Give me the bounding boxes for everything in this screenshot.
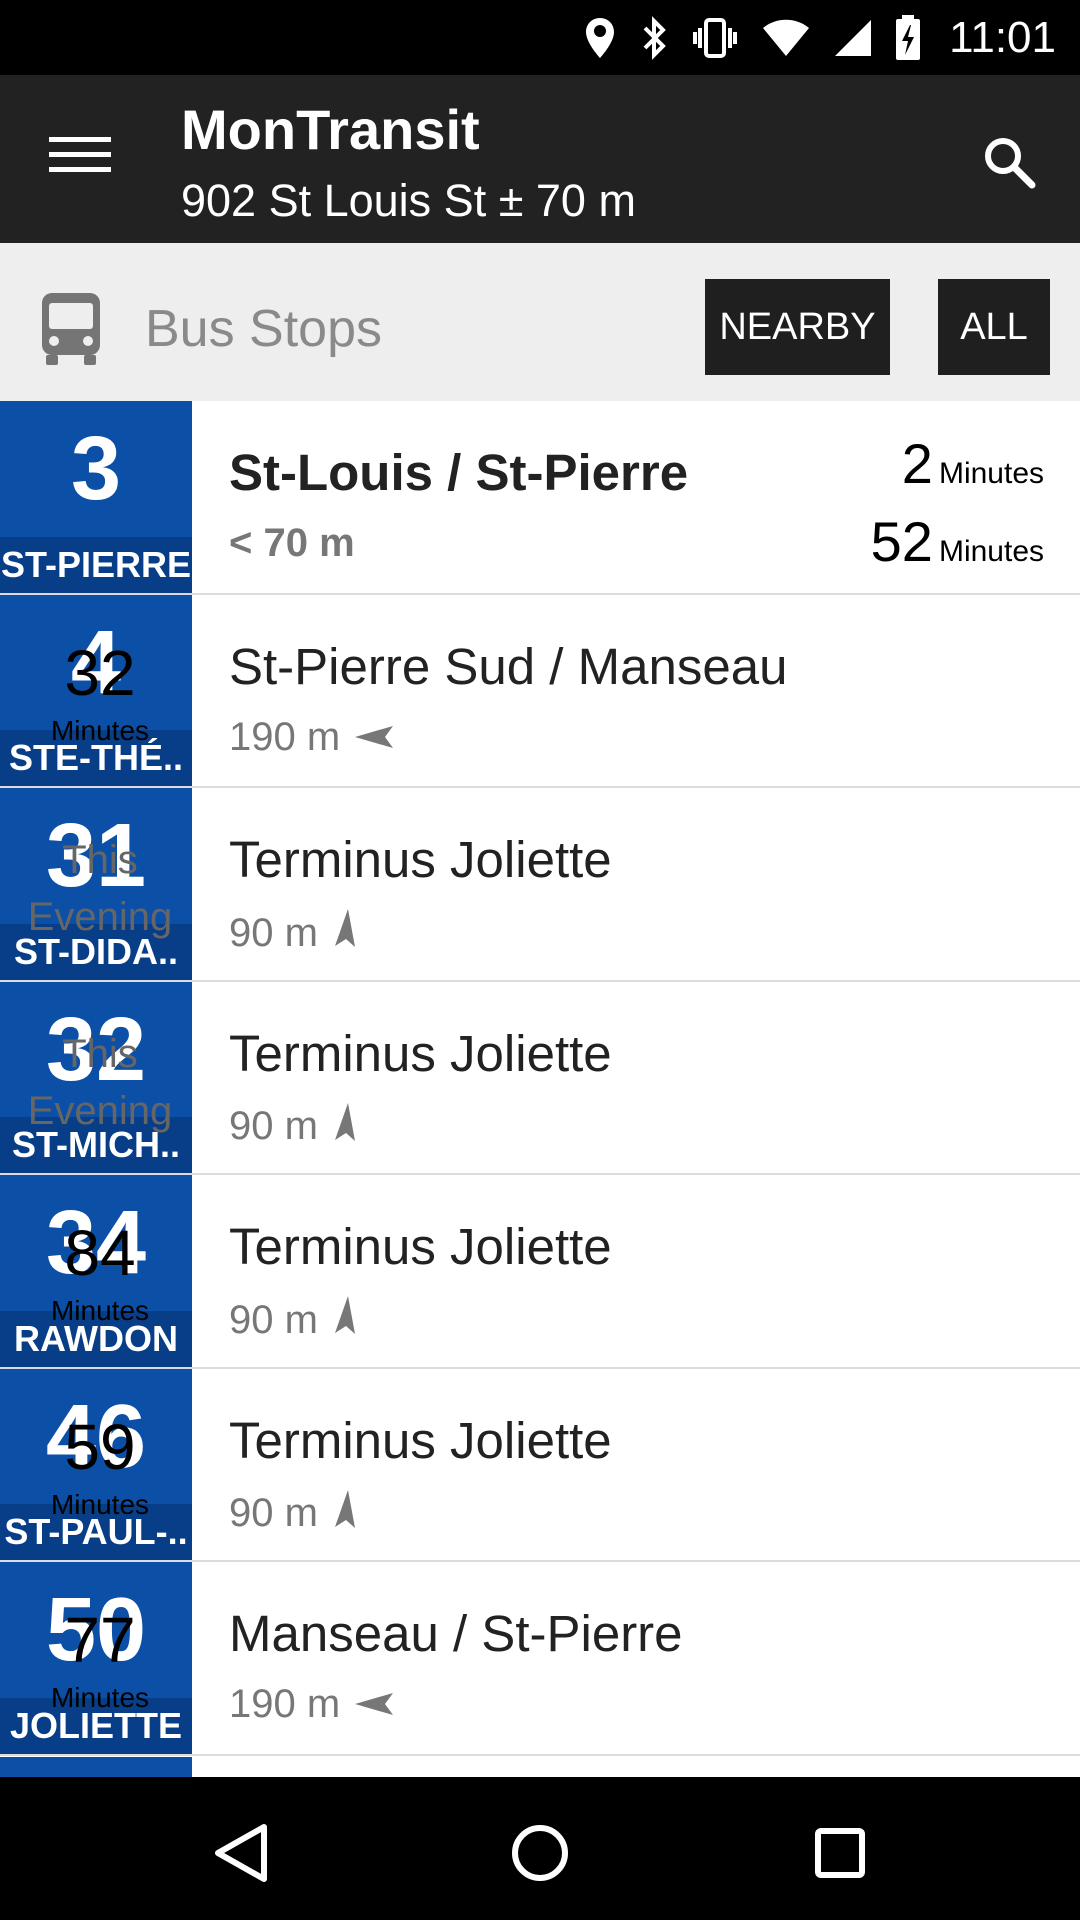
stop-distance: 90 m	[229, 1295, 356, 1345]
time-value: 2	[901, 432, 933, 495]
bluetooth-icon	[639, 15, 669, 60]
stop-distance: 90 m	[229, 1489, 356, 1539]
arrival-times: 2 Minutes 52 Minutes	[871, 429, 1044, 577]
distance-text: 90 m	[229, 1491, 318, 1535]
stop-list: 3 ST-PIERRE St-Louis / St-Pierre < 70 m …	[0, 401, 1080, 1756]
time-value: 32	[64, 636, 136, 709]
time-line-2: Evening	[27, 1088, 173, 1133]
stop-row[interactable]: 50 JOLIETTE Manseau / St-Pierre 190 m 77…	[0, 1562, 1080, 1756]
time-unit: Minutes	[938, 457, 1044, 490]
arrival-time-2: 52 Minutes	[871, 507, 1044, 577]
stop-distance: < 70 m	[229, 521, 355, 566]
distance-text: 90 m	[229, 1297, 318, 1342]
arrival-time: 84 Minutes	[0, 1221, 200, 1327]
arrival-time: 77 Minutes	[0, 1608, 200, 1714]
nearby-button[interactable]: NEARBY	[705, 279, 890, 375]
direction-arrow-north-icon	[332, 908, 356, 958]
time-unit: Minutes	[50, 1488, 150, 1520]
route-name: ST-PIERRE	[0, 536, 192, 593]
time-value: 77	[64, 1604, 136, 1676]
arrival-time: 59 Minutes	[0, 1415, 200, 1521]
stop-row[interactable]: 31 ST-DIDA.. Terminus Joliette 90 m This…	[0, 788, 1080, 982]
distance-text: 90 m	[229, 910, 318, 955]
time-unit: Minutes	[50, 1682, 150, 1713]
arrival-time: This Evening	[0, 1026, 200, 1140]
location-icon	[583, 16, 617, 60]
arrival-time: This Evening	[0, 832, 200, 946]
direction-arrow-north-icon	[332, 1489, 356, 1539]
arrival-time: 32 Minutes	[0, 641, 200, 747]
stop-row[interactable]: 34 RAWDON Terminus Joliette 90 m 84 Minu…	[0, 1175, 1080, 1369]
time-line-1: This	[62, 1031, 138, 1076]
stop-row[interactable]: 3 ST-PIERRE St-Louis / St-Pierre < 70 m …	[0, 401, 1080, 595]
distance-text: 190 m	[229, 1682, 341, 1726]
stop-name: St-Louis / St-Pierre	[229, 444, 689, 501]
app-title: MonTransit	[181, 98, 480, 161]
distance-text: 190 m	[229, 714, 341, 759]
time-line-2: Evening	[27, 895, 173, 939]
status-bar: 11:01	[0, 0, 1080, 75]
stop-distance: 90 m	[229, 908, 356, 958]
stop-name: Terminus Joliette	[229, 1411, 612, 1469]
wifi-icon	[761, 18, 811, 58]
time-unit: Minutes	[938, 535, 1044, 568]
home-icon[interactable]	[500, 1813, 580, 1893]
direction-arrow-north-icon	[332, 1102, 356, 1152]
route-badge: 3 ST-PIERRE	[0, 401, 192, 593]
search-icon[interactable]	[974, 127, 1044, 197]
time-line-1: This	[62, 838, 138, 882]
stop-row[interactable]: 4 STE-THÉ.. St-Pierre Sud / Manseau 190 …	[0, 594, 1080, 788]
stop-name: Terminus Joliette	[229, 1024, 612, 1082]
stop-distance: 190 m	[229, 1682, 394, 1727]
stop-row[interactable]: 32 ST-MICH.. Terminus Joliette 90 m This…	[0, 981, 1080, 1175]
distance-text: 90 m	[229, 1104, 318, 1148]
menu-icon[interactable]	[40, 120, 120, 190]
stop-name: St-Pierre Sud / Manseau	[229, 637, 788, 695]
stop-row[interactable]: 46 ST-PAUL-.. Terminus Joliette 90 m 59 …	[0, 1368, 1080, 1562]
signal-icon	[833, 18, 873, 58]
time-unit: Minutes	[50, 1295, 150, 1326]
stop-name: Terminus Joliette	[229, 1218, 612, 1275]
location-subtitle: 902 St Louis St ± 70 m	[181, 175, 636, 226]
next-route-badge-partial	[0, 1757, 192, 1777]
stop-distance: 90 m	[229, 1102, 356, 1152]
bus-icon	[38, 291, 104, 367]
distance-text: < 70 m	[229, 521, 355, 565]
stop-name: Manseau / St-Pierre	[229, 1605, 683, 1662]
route-number: 3	[70, 419, 122, 519]
status-icons: 11:01	[583, 0, 1056, 75]
direction-arrow-north-icon	[332, 1295, 356, 1345]
arrival-time-1: 2 Minutes	[871, 429, 1044, 499]
direction-arrow-west-icon	[354, 715, 394, 760]
recent-apps-icon[interactable]	[800, 1813, 880, 1893]
battery-charging-icon	[895, 14, 921, 61]
time-value: 59	[64, 1410, 136, 1483]
clock: 11:01	[949, 12, 1056, 62]
stop-distance: 190 m	[229, 715, 394, 760]
time-value: 84	[64, 1217, 136, 1289]
direction-arrow-west-icon	[354, 1682, 394, 1727]
stop-name: Terminus Joliette	[229, 831, 612, 888]
all-button[interactable]: ALL	[938, 279, 1050, 375]
time-value: 52	[870, 510, 933, 573]
time-unit: Minutes	[50, 714, 150, 746]
back-icon[interactable]	[200, 1813, 280, 1893]
app-bar: MonTransit 902 St Louis St ± 70 m	[0, 75, 1080, 243]
section-header: Bus Stops NEARBY ALL	[0, 243, 1080, 401]
vibrate-icon	[691, 16, 739, 60]
navigation-bar	[0, 1777, 1080, 1920]
section-title: Bus Stops	[145, 300, 383, 358]
